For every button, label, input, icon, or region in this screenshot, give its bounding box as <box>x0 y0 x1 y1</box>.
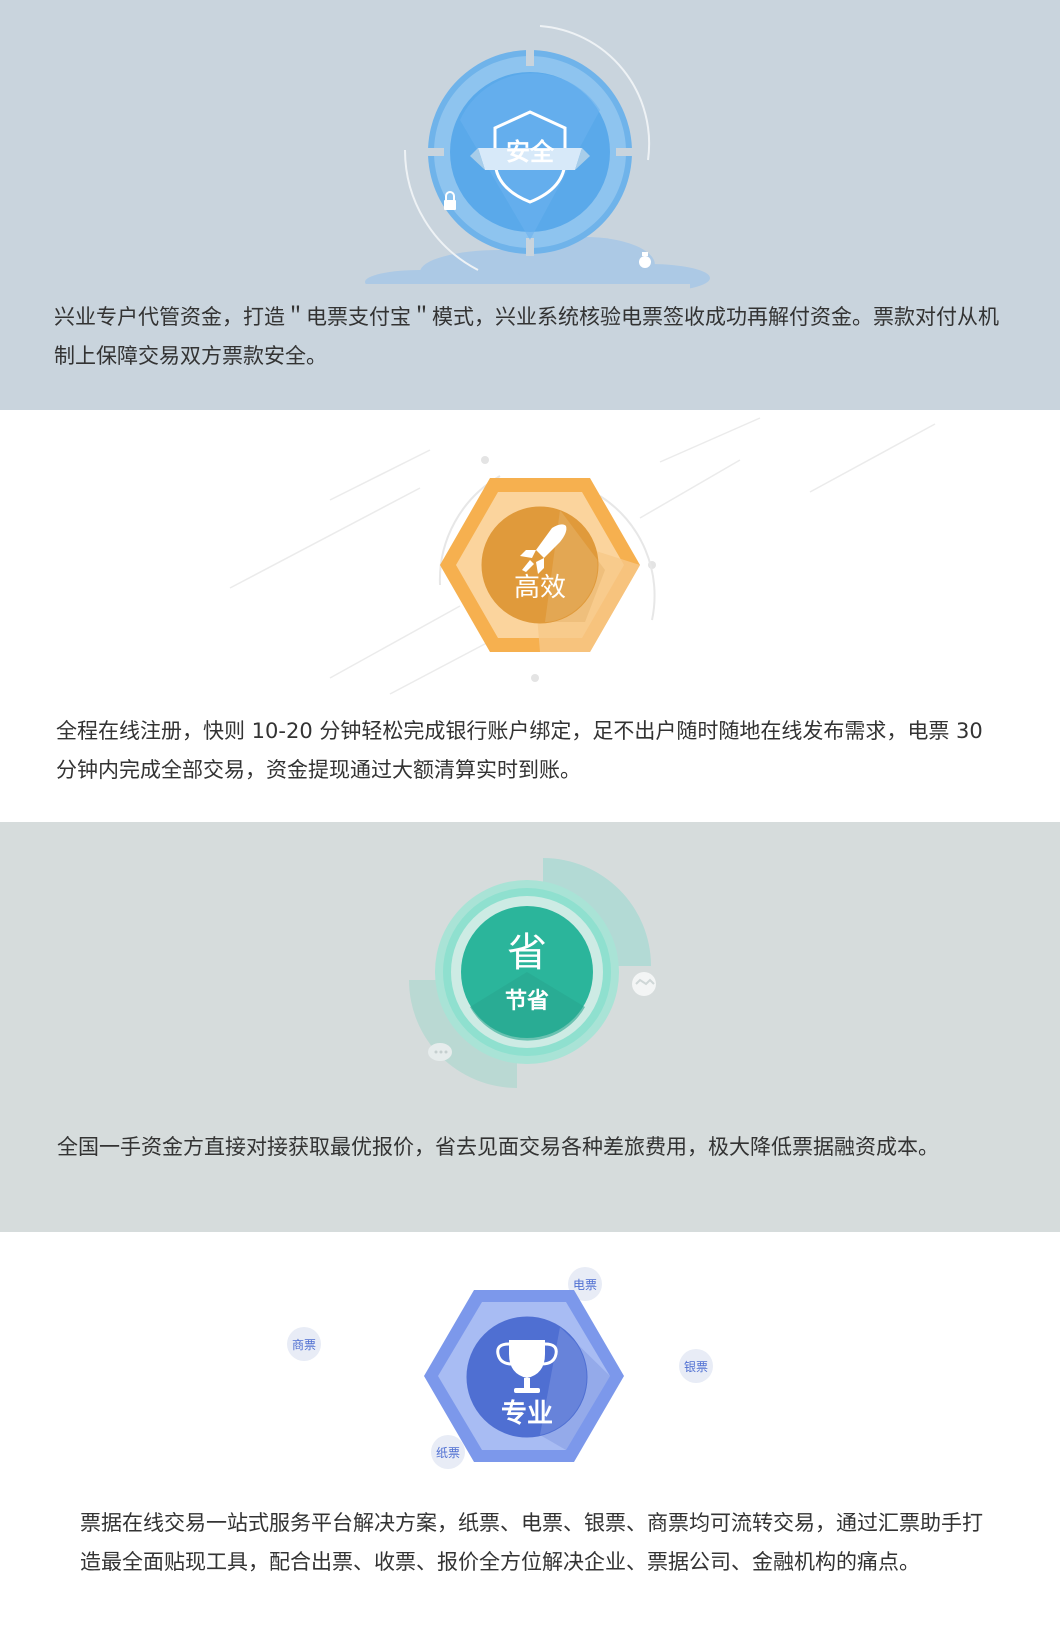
svg-text:商票: 商票 <box>292 1337 316 1352</box>
badge-glyph: 省 <box>507 930 547 976</box>
safe-graphic: 安全 <box>360 25 710 290</box>
svg-text:电票: 电票 <box>573 1278 597 1292</box>
section-save: 省 节省 全国一手资金方直接对接获取最优报价，省去见面交易各种差旅费用，极大降低… <box>0 822 1060 1232</box>
tag-zhipiao: 纸票 <box>431 1435 465 1469</box>
efficient-graphic: 高效 <box>229 417 936 695</box>
save-graphic: 省 节省 <box>409 858 656 1088</box>
tag-shangpiao: 商票 <box>287 1327 321 1361</box>
badge-label: 安全 <box>506 138 555 166</box>
pro-graphic: 电票 商票 银票 纸票 专业 <box>287 1267 713 1469</box>
tag-yinpiao: 银票 <box>679 1349 713 1383</box>
section-description: 全国一手资金方直接对接获取最优报价，省去见面交易各种差旅费用，极大降低票据融资成… <box>57 1135 939 1159</box>
handshake-icon <box>632 972 656 996</box>
section-description: 票据在线交易一站式服务平台解决方案，纸票、电票、银票、商票均可流转交易，通过汇票… <box>80 1511 983 1574</box>
section-description: 全程在线注册，快则 10-20 分钟轻松完成银行账户绑定，足不出户随时随地在线发… <box>56 719 983 782</box>
badge-label: 专业 <box>501 1399 553 1429</box>
badge-label: 高效 <box>514 573 566 603</box>
section-description: 兴业专户代管资金，打造＂电票支付宝＂模式，兴业系统核验电票签收成功再解付资金。票… <box>54 305 999 368</box>
badge-label: 节省 <box>505 989 549 1014</box>
svg-text:纸票: 纸票 <box>436 1446 460 1460</box>
svg-text:银票: 银票 <box>684 1360 708 1374</box>
section-pro: 电票 商票 银票 纸票 专业 票据在线交易一站式服务平台解决方案，纸票、电票、银… <box>0 1232 1060 1641</box>
chat-icon <box>428 1043 452 1061</box>
section-safe: 安全 兴业专户代管资金，打造＂电票支付宝＂模式，兴业系统核验电票签收成功再解付资… <box>0 0 1060 410</box>
section-efficient: 高效 全程在线注册，快则 10-20 分钟轻松完成银行账户绑定，足不出户随时随地… <box>0 410 1060 822</box>
